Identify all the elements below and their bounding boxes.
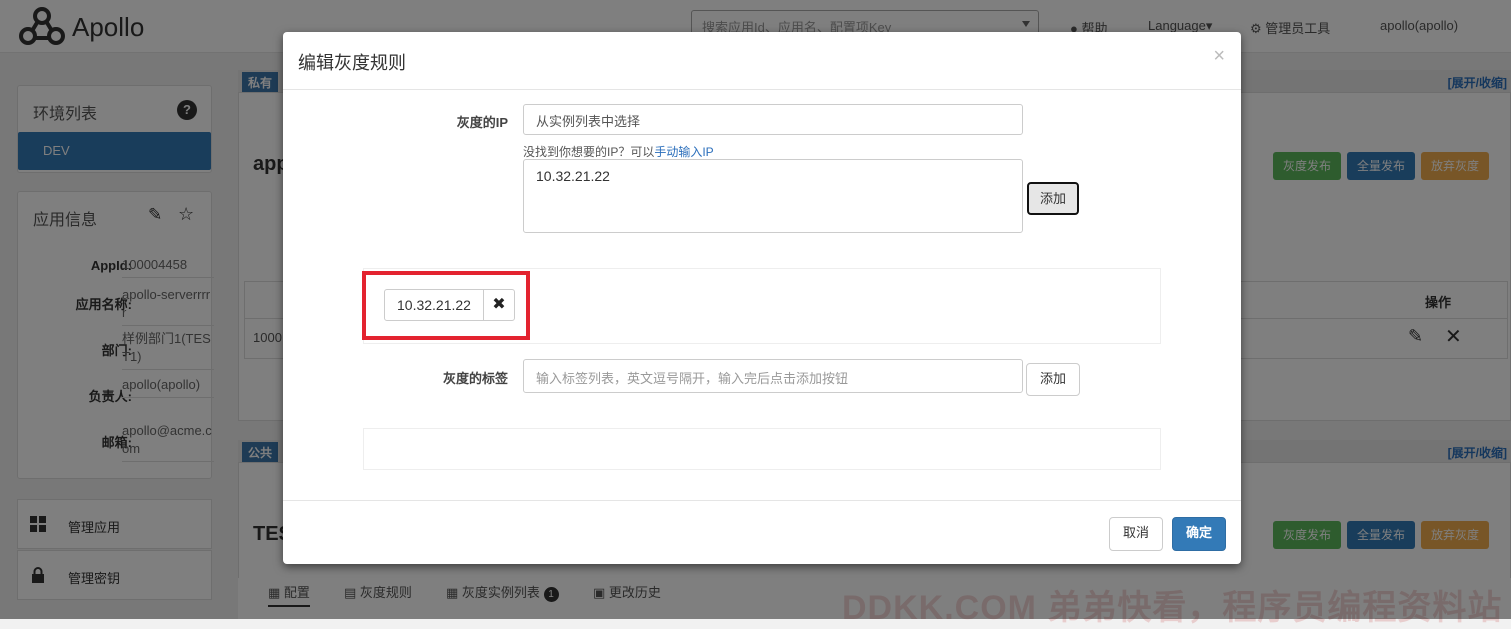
cancel-button[interactable]: 取消 [1109, 517, 1163, 551]
modal-footer: 取消 确定 [283, 500, 1241, 565]
ok-button[interactable]: 确定 [1172, 517, 1226, 551]
selected-ip-text: 10.32.21.22 [385, 290, 484, 320]
add-ip-button[interactable]: 添加 [1027, 182, 1079, 215]
selected-ip-chip: 10.32.21.22 ✖ [384, 289, 515, 321]
label-input[interactable]: 输入标签列表，英文逗号隔开，输入完后点击添加按钮 [523, 359, 1023, 393]
remove-ip-icon[interactable]: ✖ [484, 290, 514, 320]
gray-label-label: 灰度的标签 [442, 371, 508, 386]
add-label-button[interactable]: 添加 [1026, 363, 1080, 396]
ip-select-value: 从实例列表中选择 [536, 114, 641, 129]
ip-select-input[interactable]: 从实例列表中选择 [523, 104, 1023, 135]
gray-ip-label: 灰度的IP [456, 115, 508, 130]
selected-label-well [363, 428, 1161, 470]
ip-textarea[interactable]: 10.32.21.22 [523, 159, 1023, 233]
manual-input-ip-link[interactable]: 手动输入IP [654, 145, 713, 159]
hint-text: 没找到你想要的IP？可以 [523, 145, 655, 159]
close-icon[interactable]: × [1213, 46, 1225, 66]
label-placeholder: 输入标签列表，英文逗号隔开，输入完后点击添加按钮 [536, 371, 849, 386]
manual-ip-hint: 没找到你想要的IP？可以手动输入IP [523, 143, 714, 160]
modal-header: 编辑灰度规则 × [283, 32, 1241, 90]
modal-title: 编辑灰度规则 [298, 53, 406, 73]
ip-textarea-value: 10.32.21.22 [536, 168, 610, 184]
edit-gray-rule-modal: 编辑灰度规则 × 灰度的IP 从实例列表中选择 没找到你想要的IP？可以手动输入… [283, 32, 1241, 564]
